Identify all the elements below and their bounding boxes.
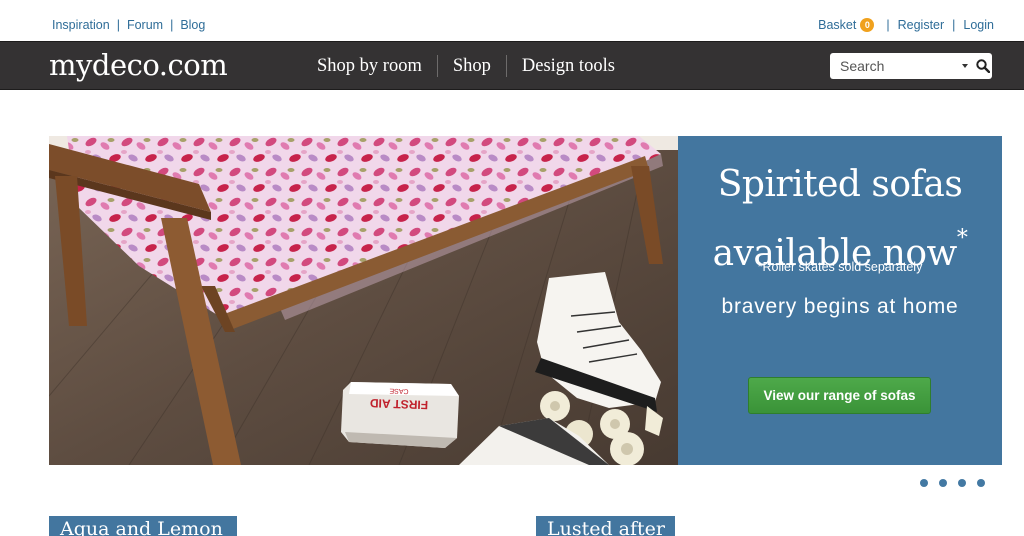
nav-shop-by-room[interactable]: Shop by room bbox=[302, 56, 437, 77]
hero-image-sofa-roller-skates[interactable]: FIRST AID CASE bbox=[49, 136, 678, 465]
site-logo[interactable]: mydeco.com bbox=[49, 48, 228, 82]
first-aid-label: FIRST AID bbox=[369, 396, 428, 412]
link-separator: | bbox=[116, 18, 120, 32]
search-icon[interactable] bbox=[975, 58, 991, 74]
hero-banner[interactable]: FIRST AID CASE Spirited sofas available … bbox=[49, 136, 1002, 465]
main-navbar: mydeco.com Shop by room Shop Design tool… bbox=[0, 41, 1024, 90]
link-separator: | bbox=[952, 18, 956, 32]
blog-link[interactable]: Blog bbox=[180, 18, 205, 32]
feature-heading-lusted-after[interactable]: Lusted after bbox=[536, 516, 675, 536]
link-separator: | bbox=[170, 18, 174, 32]
basket-link[interactable]: Basket bbox=[818, 18, 856, 32]
utility-links: Inspiration | Forum | Blog bbox=[52, 18, 205, 32]
utility-bar: Inspiration | Forum | Blog Basket 0 | Re… bbox=[0, 0, 1024, 41]
hero-title-line1: Spirited sofas bbox=[717, 164, 963, 205]
view-sofas-button[interactable]: View our range of sofas bbox=[748, 377, 931, 414]
hero-title-asterisk: * bbox=[956, 226, 968, 251]
feature-heading-aqua-lemon[interactable]: Aqua and Lemon bbox=[49, 516, 237, 536]
inspiration-link[interactable]: Inspiration bbox=[52, 18, 110, 32]
link-separator: | bbox=[886, 18, 890, 32]
carousel-dot-2[interactable] bbox=[939, 479, 947, 487]
register-link[interactable]: Register bbox=[898, 18, 945, 32]
hero-promo-panel: Spirited sofas available now* *Roller sk… bbox=[678, 136, 1002, 465]
search-dropdown-icon[interactable] bbox=[962, 64, 968, 68]
carousel-dot-4[interactable] bbox=[977, 479, 985, 487]
basket-count-badge: 0 bbox=[860, 18, 875, 32]
forum-link[interactable]: Forum bbox=[127, 18, 163, 32]
login-link[interactable]: Login bbox=[963, 18, 994, 32]
first-aid-case-label: CASE bbox=[389, 387, 409, 395]
main-nav: Shop by room Shop Design tools bbox=[302, 42, 630, 90]
hero-tagline: bravery begins at home bbox=[721, 295, 959, 318]
nav-shop[interactable]: Shop bbox=[438, 56, 506, 77]
search-box bbox=[830, 53, 992, 79]
carousel-dot-3[interactable] bbox=[958, 479, 966, 487]
hero-footnote: *Roller skates sold separately bbox=[757, 260, 923, 274]
search-input[interactable] bbox=[840, 54, 948, 78]
account-links: Basket 0 | Register | Login bbox=[818, 18, 994, 32]
carousel-dot-1[interactable] bbox=[920, 479, 928, 487]
carousel-pagination bbox=[920, 479, 985, 487]
nav-design-tools[interactable]: Design tools bbox=[507, 56, 630, 77]
